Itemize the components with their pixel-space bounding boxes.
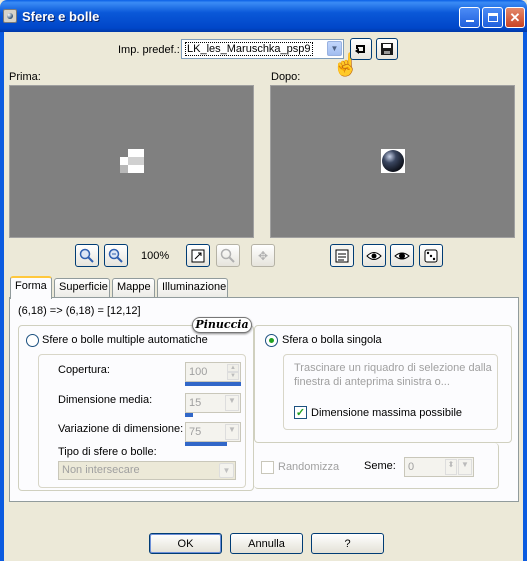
window-frame-right — [523, 32, 527, 561]
ok-button[interactable]: OK — [149, 533, 222, 554]
toggle-preview-button[interactable] — [330, 244, 354, 267]
preset-select[interactable]: LK_les_Maruschka_psp9 ▼ — [181, 39, 344, 59]
type-value: Non intersecare — [62, 464, 140, 476]
size-variation-slider[interactable] — [185, 442, 227, 446]
type-label: Tipo di sfere o bolle: — [58, 446, 157, 458]
single-radio-label: Sfera o bolla singola — [282, 334, 382, 346]
randomize-button[interactable] — [419, 244, 443, 267]
pan-button[interactable]: ✥ — [251, 244, 275, 267]
seed-value: 0 — [408, 461, 415, 473]
chevron-down-icon[interactable]: ▼ — [458, 459, 472, 475]
size-variation-value: 75 — [189, 426, 202, 438]
maximize-icon — [487, 13, 498, 22]
coordinates-readout: (6,18) => (6,18) = [12,12] — [18, 305, 141, 317]
proof-button[interactable] — [362, 244, 386, 267]
before-preview[interactable] — [9, 85, 254, 238]
minimize-button[interactable] — [459, 7, 480, 28]
seed-label: Seme: — [364, 460, 396, 472]
max-size-checkbox[interactable]: ✓ — [294, 406, 307, 419]
single-radio[interactable] — [265, 334, 278, 347]
zoom-in-icon — [79, 248, 94, 263]
hint-text-2: finestra di anteprima sinistra o... — [294, 376, 450, 388]
close-icon: ✕ — [509, 9, 521, 25]
size-variation-label: Variazione di dimensione: — [58, 423, 184, 435]
cancel-button[interactable]: Annulla — [230, 533, 303, 554]
watermark-badge: Pinuccia — [192, 317, 252, 333]
app-icon — [3, 9, 17, 23]
after-preview[interactable] — [270, 85, 515, 238]
before-preview-label: Prima: — [9, 71, 41, 83]
zoom-out-icon — [108, 248, 123, 263]
multi-radio[interactable] — [26, 334, 39, 347]
list-view-icon — [335, 249, 349, 262]
dice-icon — [424, 249, 438, 262]
auto-proof-button[interactable] — [390, 244, 414, 267]
tab-superficie[interactable]: Superficie — [54, 278, 110, 297]
eye-proof-icon — [366, 251, 382, 260]
seed-spinner[interactable]: 0 ⬍ ▼ — [404, 457, 474, 477]
coverage-value: 100 — [189, 366, 208, 378]
type-select[interactable]: Non intersecare ▼ — [58, 461, 236, 480]
avg-size-slider[interactable] — [185, 413, 193, 417]
magnifier-disabled-icon — [220, 248, 235, 263]
chevron-down-icon[interactable]: ▼ — [219, 463, 234, 478]
zoom-in-button[interactable] — [75, 244, 99, 267]
close-button[interactable]: ✕ — [505, 7, 525, 28]
max-size-label: Dimensione massima possibile — [311, 407, 463, 419]
minimize-icon — [465, 20, 474, 22]
after-preview-label: Dopo: — [271, 71, 301, 83]
fit-window-icon — [191, 249, 205, 262]
multi-radio-label: Sfere o bolle multiple automatiche — [42, 334, 208, 346]
chevron-down-icon[interactable]: ▼ — [225, 424, 239, 440]
avg-size-spinner[interactable]: 15 ▼ — [185, 393, 241, 413]
avg-size-label: Dimensione media: — [58, 394, 153, 406]
fit-preview-button[interactable] — [186, 244, 210, 267]
coverage-label: Copertura: — [58, 364, 110, 376]
zoom-to-selection-button[interactable] — [216, 244, 240, 267]
preset-value: LK_les_Maruschka_psp9 — [185, 42, 313, 56]
size-variation-spinner[interactable]: 75 ▼ — [185, 422, 241, 442]
maximize-button[interactable] — [482, 7, 503, 28]
window-title: Sfere e bolle — [22, 9, 100, 24]
reset-preset-button[interactable] — [350, 38, 372, 60]
sphere-preview — [381, 149, 405, 173]
reset-arrow-icon — [355, 45, 365, 54]
window-frame-left — [0, 32, 4, 561]
spin-arrows-icon[interactable]: ⬍ — [445, 459, 457, 475]
coverage-spinner[interactable]: 100 ▲ ▼ — [185, 362, 241, 382]
help-button[interactable]: ? — [311, 533, 384, 554]
randomize-label: Randomizza — [278, 461, 340, 473]
tab-forma[interactable]: Forma — [10, 276, 52, 299]
zoom-out-button[interactable] — [104, 244, 128, 267]
zoom-level: 100% — [141, 250, 170, 262]
randomize-checkbox[interactable] — [261, 461, 274, 474]
floppy-disk-icon — [381, 43, 393, 55]
save-preset-button[interactable] — [376, 38, 398, 60]
move-arrows-icon: ✥ — [257, 248, 269, 263]
chevron-down-icon[interactable]: ▼ — [225, 395, 239, 411]
avg-size-value: 15 — [189, 397, 202, 409]
checkmark-icon: ✓ — [295, 407, 306, 419]
hint-text-1: Trascinare un riquadro di selezione dall… — [294, 362, 492, 374]
preset-label: Imp. predef.: — [118, 44, 180, 56]
tab-illuminazione[interactable]: Illuminazione — [157, 278, 228, 297]
eye-icon — [394, 252, 410, 259]
tab-mappe[interactable]: Mappe — [112, 278, 155, 297]
selection-marker — [120, 149, 144, 173]
spin-arrows-icon[interactable]: ▲ ▼ — [227, 364, 239, 380]
coverage-slider[interactable] — [185, 382, 241, 386]
